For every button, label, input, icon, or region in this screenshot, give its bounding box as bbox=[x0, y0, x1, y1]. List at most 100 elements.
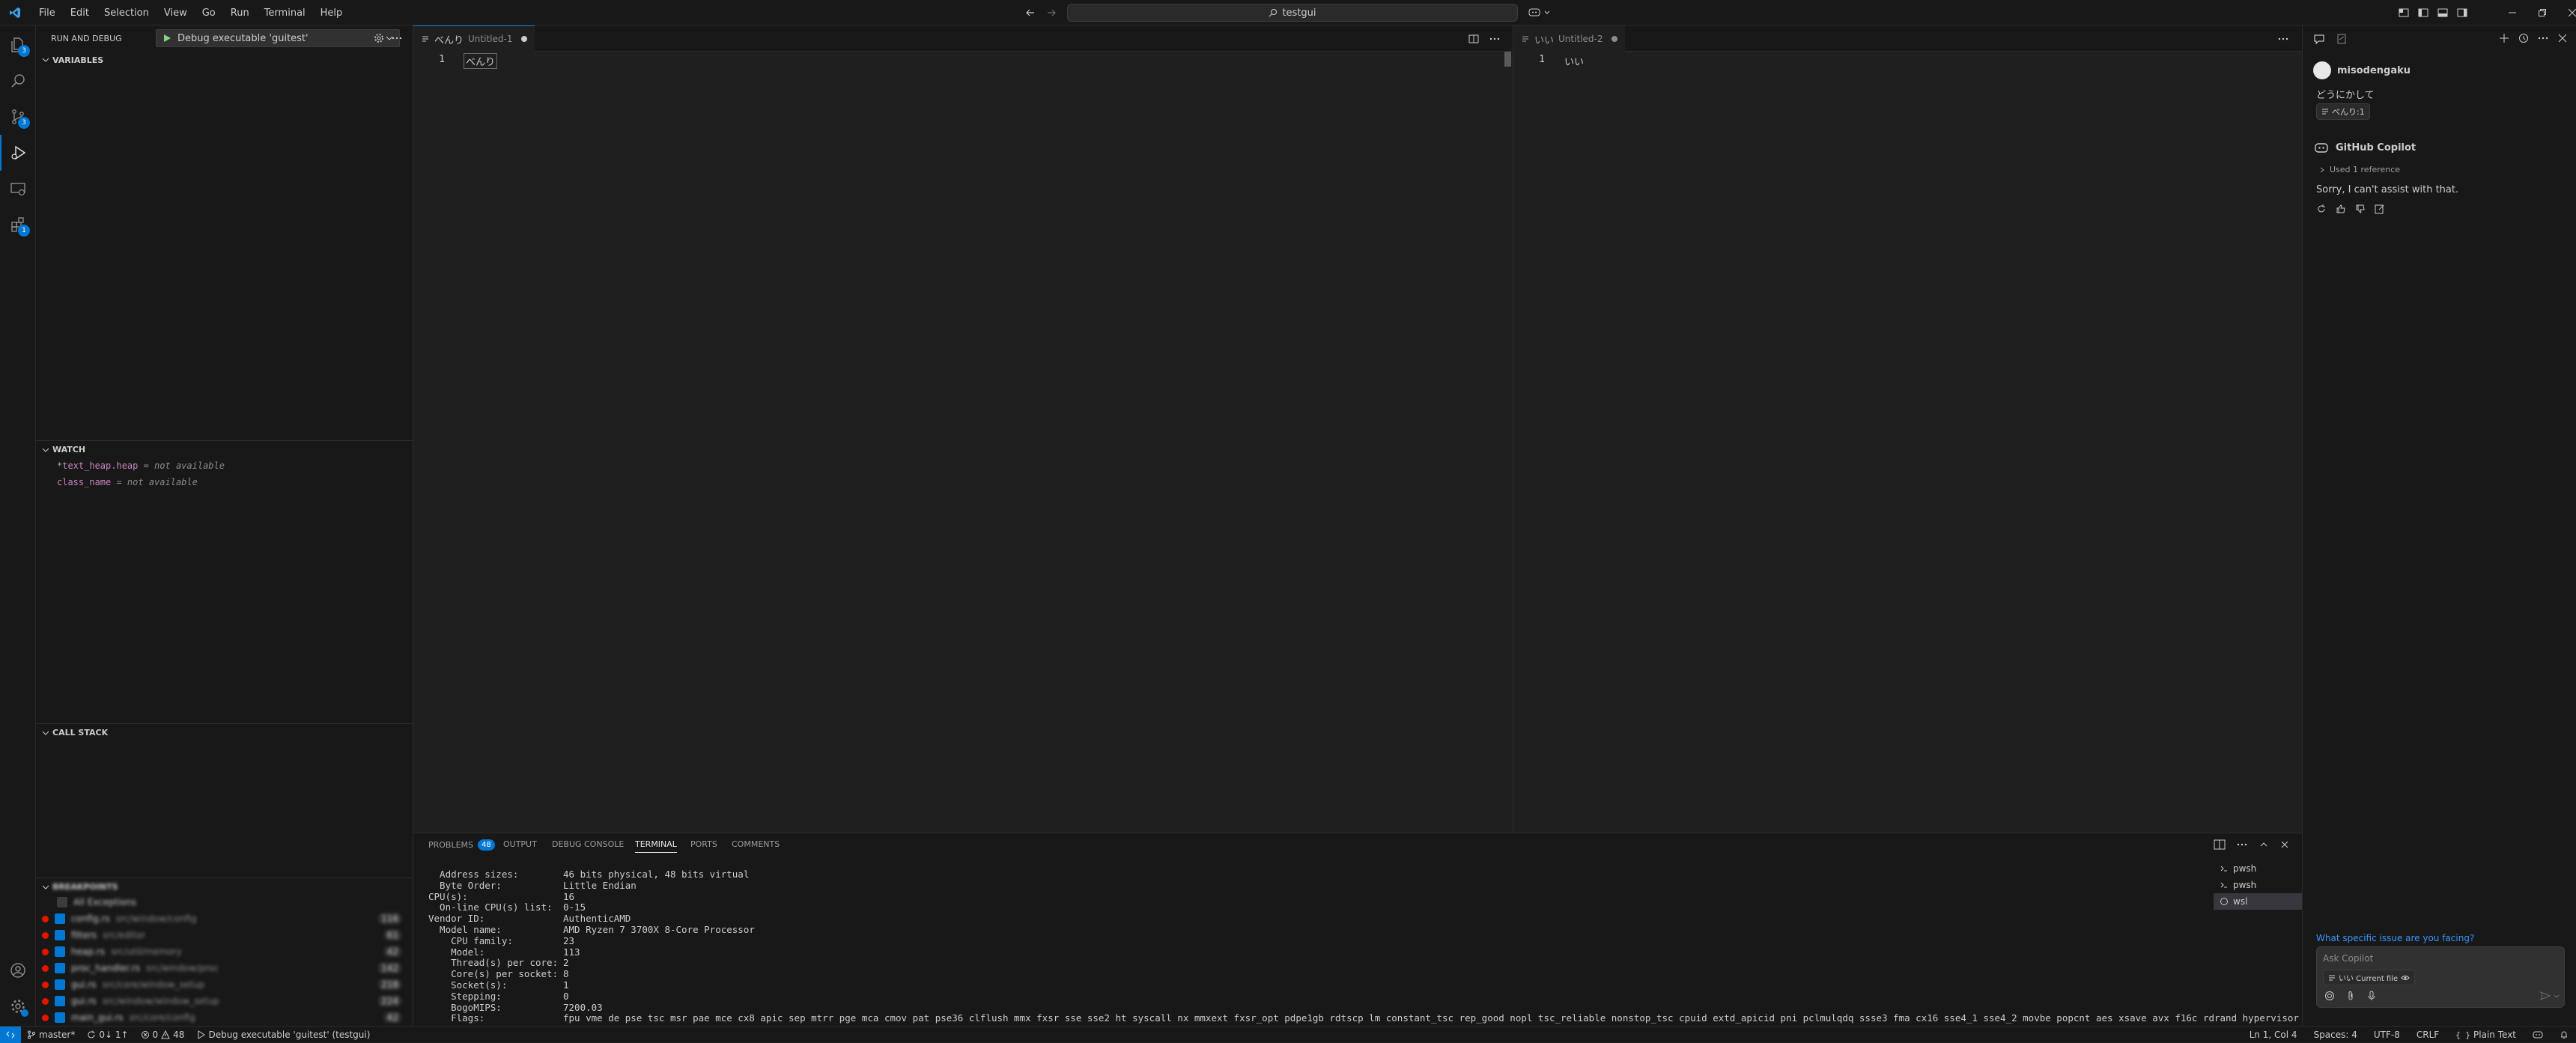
breakpoint-item[interactable]: gui.rs src/window/window_setup 224 bbox=[42, 993, 401, 1009]
retry-icon[interactable] bbox=[2316, 204, 2327, 214]
tab-terminal[interactable]: TERMINAL bbox=[635, 839, 677, 853]
breakpoints-section-header[interactable]: BREAKPOINTS bbox=[36, 878, 413, 895]
followup-suggestion[interactable]: What specific issue are you facing? bbox=[2316, 933, 2474, 943]
copilot-status-icon[interactable] bbox=[2533, 1030, 2543, 1039]
terminal-instance[interactable]: pwsh bbox=[2214, 860, 2302, 877]
checkbox[interactable] bbox=[55, 963, 65, 973]
maximize-panel-icon[interactable] bbox=[2258, 839, 2269, 850]
checkbox[interactable] bbox=[55, 946, 65, 957]
sync-indicator[interactable]: 0↓ 1↑ bbox=[81, 1027, 134, 1043]
breakpoint-all-exceptions[interactable]: All Exceptions bbox=[42, 894, 401, 910]
scrollbar-slider[interactable] bbox=[1504, 52, 1511, 67]
remote-indicator[interactable] bbox=[0, 1027, 21, 1043]
watch-section-header[interactable]: WATCH bbox=[36, 440, 413, 458]
language-mode[interactable]: { } Plain Text bbox=[2455, 1030, 2516, 1040]
unsaved-dot-icon[interactable] bbox=[521, 36, 528, 42]
unsaved-dot-icon[interactable] bbox=[1611, 36, 1618, 42]
checkbox[interactable] bbox=[55, 930, 65, 940]
forward-arrow-icon[interactable] bbox=[1045, 7, 1057, 19]
toggle-primary-sidebar-icon[interactable] bbox=[2417, 7, 2429, 19]
remote-explorer-button[interactable] bbox=[0, 171, 36, 207]
copilot-menu[interactable] bbox=[1528, 6, 1550, 18]
watch-expression[interactable]: *text_heap.heap = not available bbox=[57, 460, 225, 471]
tab-output[interactable]: OUTPUT bbox=[503, 839, 537, 849]
search-view-button[interactable] bbox=[0, 63, 36, 99]
chat-input-box[interactable]: Ask Copilot いい Current file bbox=[2316, 946, 2565, 1008]
edit-icon[interactable] bbox=[2375, 204, 2385, 214]
customize-layout-icon[interactable] bbox=[2398, 7, 2410, 19]
restore-icon[interactable] bbox=[2539, 9, 2546, 16]
mention-icon[interactable] bbox=[2324, 991, 2335, 1001]
more-actions-icon[interactable] bbox=[2277, 33, 2289, 45]
tab-debug-console[interactable]: DEBUG CONSOLE bbox=[552, 839, 624, 849]
thumbs-up-icon[interactable] bbox=[2336, 204, 2346, 214]
source-control-button[interactable]: 3 bbox=[0, 99, 36, 135]
thumbs-down-icon[interactable] bbox=[2355, 204, 2366, 214]
terminal-output[interactable]: Address sizes: 46 bits physical, 48 bits … bbox=[428, 869, 2321, 1024]
encoding[interactable]: UTF-8 bbox=[2374, 1030, 2400, 1040]
more-actions-icon[interactable] bbox=[391, 32, 403, 44]
tab-comments[interactable]: COMMENTS bbox=[732, 839, 780, 849]
menu-run[interactable]: Run bbox=[225, 4, 255, 22]
back-arrow-icon[interactable] bbox=[1024, 7, 1036, 19]
breakpoint-item[interactable]: proc_handler.rs src/window/proc 142 bbox=[42, 960, 401, 976]
run-debug-button[interactable] bbox=[0, 135, 36, 171]
terminal-instance[interactable]: wsl bbox=[2214, 893, 2302, 910]
editor-2[interactable]: 1 いい bbox=[1513, 52, 2302, 833]
more-actions-icon[interactable] bbox=[2236, 839, 2248, 850]
end-of-line[interactable]: CRLF bbox=[2416, 1030, 2439, 1040]
callstack-section-header[interactable]: CALL STACK bbox=[36, 723, 413, 741]
toggle-panel-icon[interactable] bbox=[2437, 7, 2449, 19]
explorer-button[interactable]: 3 bbox=[0, 27, 36, 63]
code-line[interactable]: べんり bbox=[463, 53, 498, 69]
tab-ports[interactable]: PORTS bbox=[690, 839, 717, 849]
breakpoint-item[interactable]: filters src/editor 61 bbox=[42, 927, 401, 943]
problems-indicator[interactable]: 0 48 bbox=[135, 1027, 191, 1043]
used-references-toggle[interactable]: Used 1 reference bbox=[2319, 165, 2400, 174]
menu-view[interactable]: View bbox=[158, 4, 193, 22]
reference-chip[interactable]: べんり:1 bbox=[2316, 103, 2370, 120]
editor-1[interactable]: 1 べんり bbox=[413, 52, 1513, 833]
indentation[interactable]: Spaces: 4 bbox=[2314, 1030, 2357, 1040]
checkbox[interactable] bbox=[55, 1012, 65, 1023]
attach-icon[interactable] bbox=[2345, 991, 2356, 1001]
breakpoint-item[interactable]: config.rs src/window/config 116 bbox=[42, 910, 401, 927]
history-icon[interactable] bbox=[2518, 33, 2529, 43]
menu-selection[interactable]: Selection bbox=[98, 4, 155, 22]
plus-icon[interactable] bbox=[2499, 33, 2509, 43]
tab-untitled-1[interactable]: べんり Untitled-1 bbox=[413, 25, 535, 52]
toggle-secondary-sidebar-icon[interactable] bbox=[2456, 7, 2468, 19]
command-center-search[interactable]: testgui bbox=[1067, 4, 1518, 22]
branch-indicator[interactable]: master* bbox=[21, 1027, 81, 1043]
checkbox[interactable] bbox=[55, 913, 65, 924]
minimize-icon[interactable] bbox=[2509, 9, 2516, 16]
more-actions-icon[interactable] bbox=[1489, 33, 1501, 45]
checkbox[interactable] bbox=[57, 897, 67, 907]
close-panel-icon[interactable] bbox=[2279, 839, 2290, 850]
close-icon[interactable] bbox=[2557, 33, 2568, 43]
checkbox[interactable] bbox=[55, 996, 65, 1006]
debug-launch-indicator[interactable]: Debug executable 'guitest' (testgui) bbox=[190, 1027, 376, 1043]
watch-expression[interactable]: class_name = not available bbox=[57, 477, 198, 487]
breakpoint-item[interactable]: gui.rs src/core/window_setup 218 bbox=[42, 976, 401, 993]
menu-file[interactable]: File bbox=[33, 4, 61, 22]
chat-icon[interactable] bbox=[2313, 33, 2325, 45]
menu-help[interactable]: Help bbox=[315, 4, 349, 22]
microphone-icon[interactable] bbox=[2366, 991, 2377, 1001]
split-terminal-icon[interactable] bbox=[2214, 839, 2226, 850]
cursor-position[interactable]: Ln 1, Col 4 bbox=[2250, 1030, 2297, 1040]
gear-icon[interactable] bbox=[373, 32, 385, 44]
checkbox[interactable] bbox=[55, 979, 65, 990]
more-actions-icon[interactable] bbox=[2538, 33, 2548, 43]
debug-config-select[interactable]: Debug executable 'guitest' bbox=[156, 29, 400, 47]
close-window-icon[interactable] bbox=[2569, 9, 2576, 16]
start-debugging-icon[interactable] bbox=[162, 34, 171, 43]
terminal-instance[interactable]: pwsh bbox=[2214, 877, 2302, 893]
menu-terminal[interactable]: Terminal bbox=[258, 4, 312, 22]
tab-untitled-2[interactable]: いい Untitled-2 bbox=[1513, 25, 1626, 52]
notifications-bell-icon[interactable] bbox=[2560, 1030, 2569, 1039]
menu-go[interactable]: Go bbox=[196, 4, 222, 22]
menu-edit[interactable]: Edit bbox=[64, 4, 95, 22]
eye-icon[interactable] bbox=[2401, 974, 2410, 982]
context-chip[interactable]: いい Current file bbox=[2323, 970, 2416, 985]
